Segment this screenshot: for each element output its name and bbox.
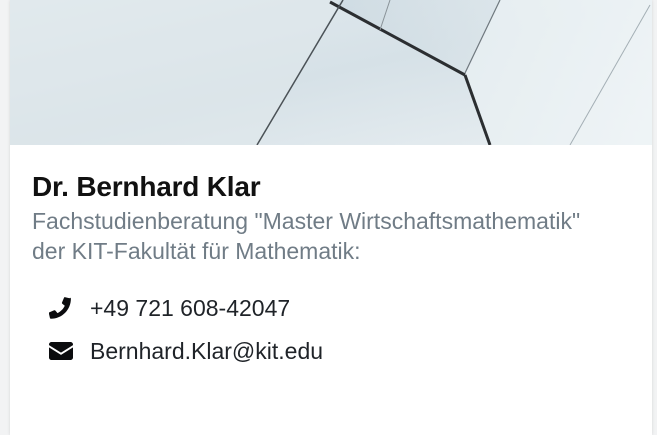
- header-image: [10, 0, 652, 145]
- envelope-icon: [46, 336, 76, 366]
- person-role: Fachstudienberatung "Master Wirtschaftsm…: [32, 208, 581, 264]
- phone-link[interactable]: +49 721 608-42047: [90, 293, 290, 323]
- contact-phone: +49 721 608-42047: [32, 286, 632, 329]
- person-details: Dr. Bernhard Klar Fachstudienberatung "M…: [32, 170, 632, 372]
- contact-list: +49 721 608-42047 Bernhard.Klar@kit.edu: [32, 286, 632, 372]
- contact-email: Bernhard.Klar@kit.edu: [32, 329, 632, 372]
- phone-icon: [46, 293, 76, 323]
- person-card: Dr. Bernhard Klar Fachstudienberatung "M…: [10, 0, 652, 435]
- person-name: Dr. Bernhard Klar: [32, 171, 261, 202]
- email-link[interactable]: Bernhard.Klar@kit.edu: [90, 336, 323, 366]
